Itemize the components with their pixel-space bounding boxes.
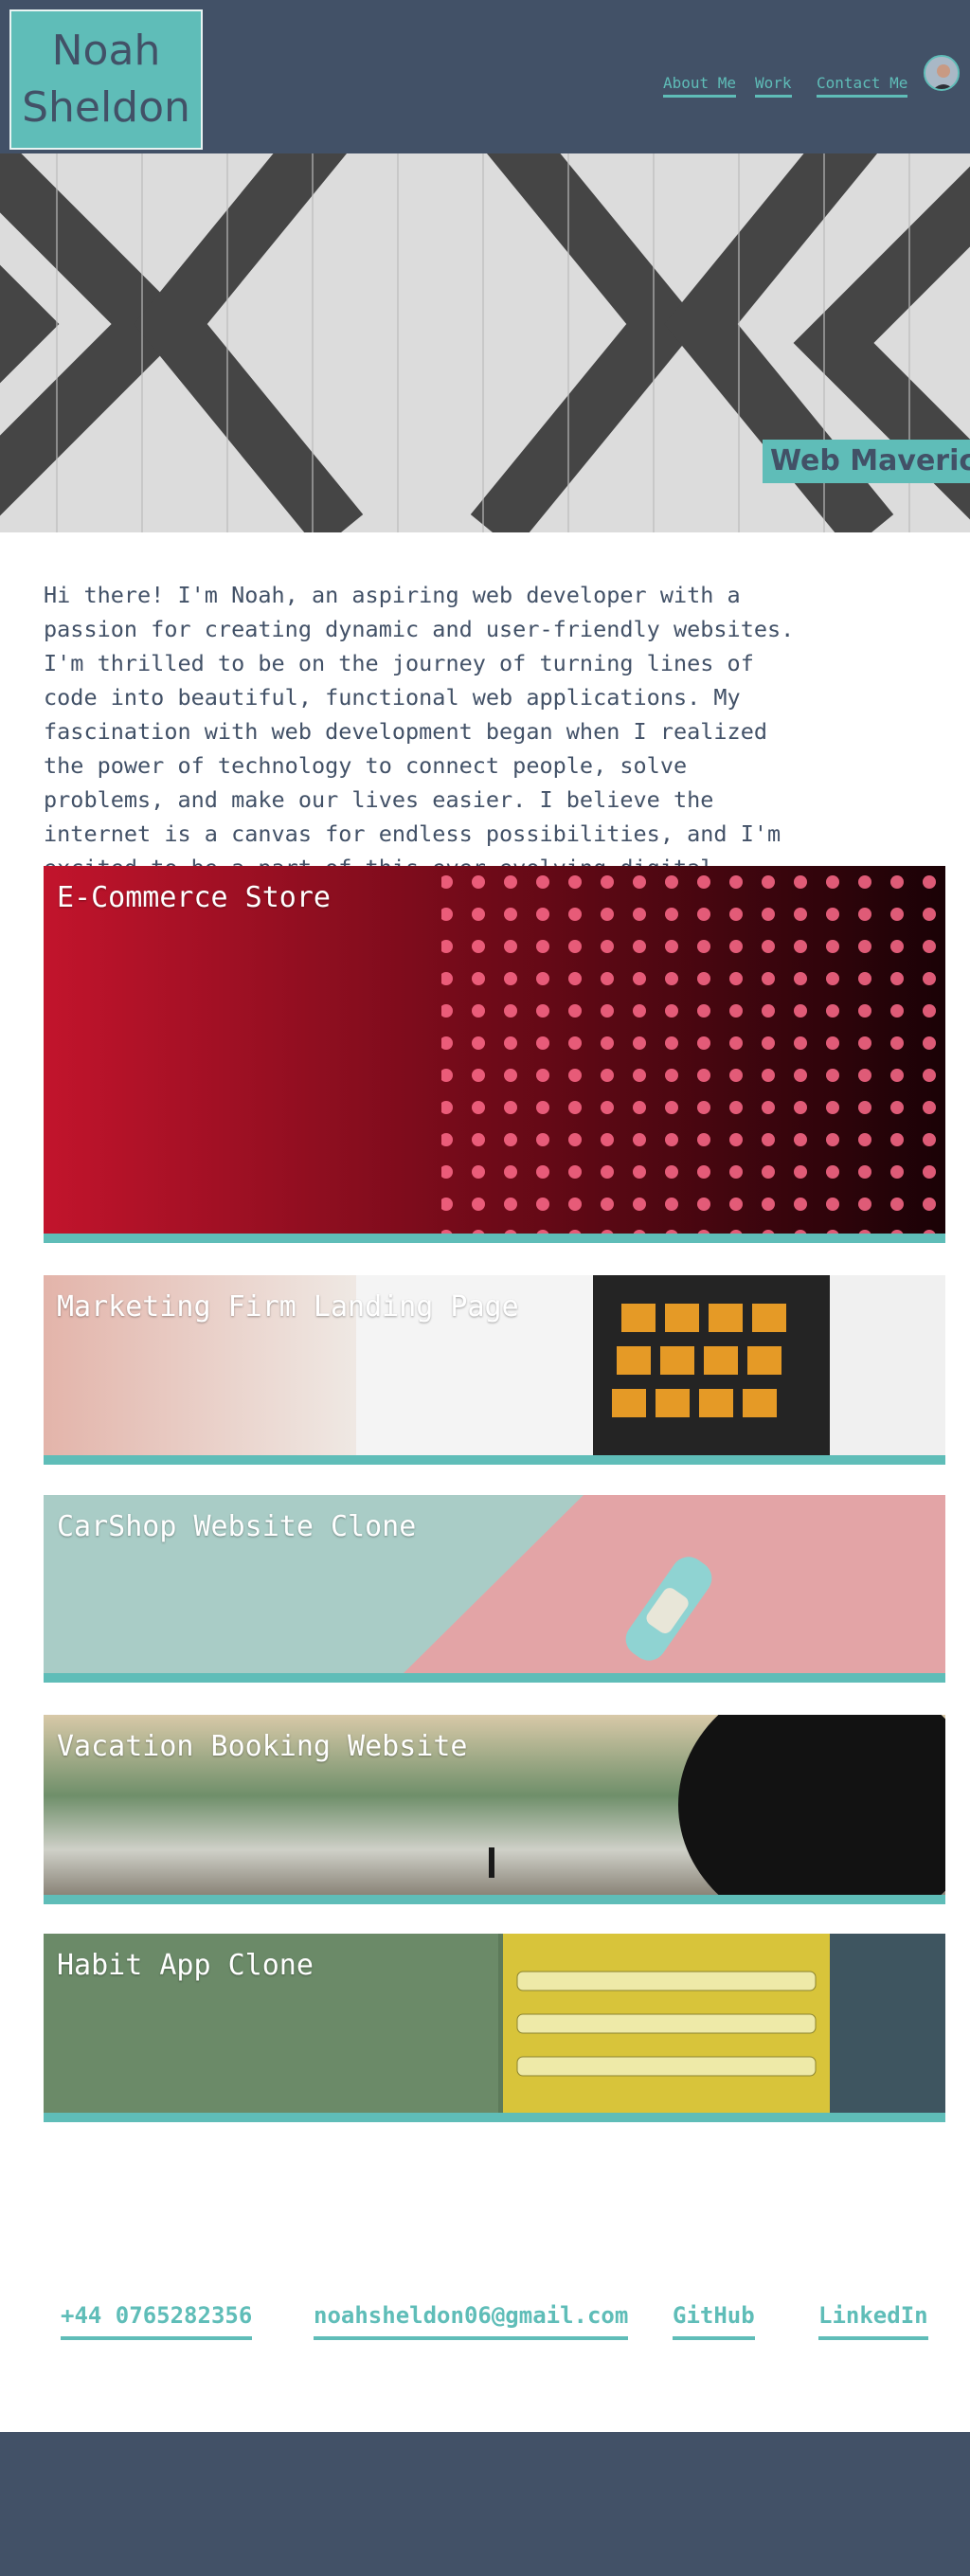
contact-phone-link[interactable]: +44 0765282356: [61, 2302, 253, 2340]
project-card-ecommerce[interactable]: E-Commerce Store: [44, 866, 945, 1243]
nav-about-me[interactable]: About Me: [663, 74, 737, 98]
project-card-marketing[interactable]: Marketing Firm Landing Page: [44, 1275, 945, 1465]
project-thumbnail: [44, 866, 945, 1234]
logo-text: Noah Sheldon: [22, 27, 190, 132]
project-card-habit-app[interactable]: Habit App Clone: [44, 1934, 945, 2122]
nav-work[interactable]: Work: [755, 74, 792, 98]
site-footer: [0, 2432, 970, 2576]
linkedin-link[interactable]: LinkedIn: [818, 2302, 928, 2340]
hero-tagline: Web Maverick!: [763, 440, 970, 483]
avatar[interactable]: [924, 55, 960, 91]
contact-email-link[interactable]: noahsheldon06@gmail.com: [314, 2302, 629, 2340]
profile-photo-icon: [925, 57, 958, 89]
nav-contact-me[interactable]: Contact Me: [817, 74, 908, 98]
project-card-carshop[interactable]: CarShop Website Clone: [44, 1495, 945, 1683]
site-logo[interactable]: Noah Sheldon: [9, 9, 203, 150]
hero-banner: Web Maverick!: [0, 153, 970, 532]
project-title: Marketing Firm Landing Page: [57, 1290, 519, 1324]
project-title: E-Commerce Store: [57, 881, 331, 914]
project-card-vacation[interactable]: Vacation Booking Website: [44, 1715, 945, 1904]
github-link[interactable]: GitHub: [673, 2302, 755, 2340]
project-title: CarShop Website Clone: [57, 1510, 417, 1543]
project-title: Vacation Booking Website: [57, 1730, 468, 1763]
site-header: Noah Sheldon About Me Work Contact Me: [0, 0, 970, 153]
project-title: Habit App Clone: [57, 1949, 314, 1982]
